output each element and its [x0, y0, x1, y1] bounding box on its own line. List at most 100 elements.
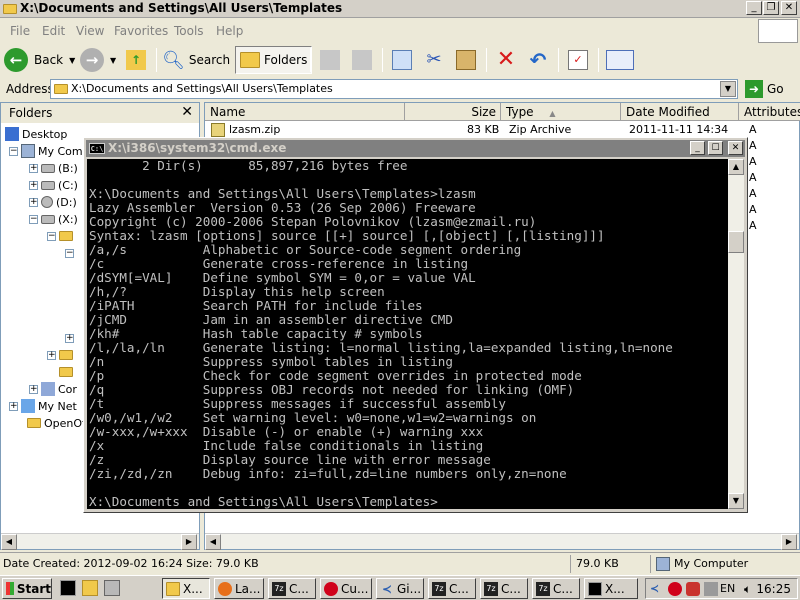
task-git[interactable]: ≺ Gi... — [376, 578, 424, 599]
forward-button[interactable]: → ▼ — [80, 46, 116, 74]
drive-tray-icon[interactable] — [704, 582, 718, 596]
console-line: /w-xxx,/w+xxx Disable (-) or enable (+) … — [89, 424, 484, 439]
menu-tools[interactable]: Tools — [174, 24, 204, 38]
chevron-down-icon: ▼ — [69, 55, 76, 65]
task-7zip-2[interactable]: 7z C... — [428, 578, 476, 599]
tree-item-folder[interactable]: + — [47, 347, 73, 363]
quicklaunch-cmd-icon[interactable] — [60, 580, 76, 596]
tree-item-folder[interactable]: + — [65, 330, 74, 346]
task-opera[interactable]: Cu... — [320, 578, 372, 599]
language-indicator[interactable]: EN — [720, 582, 740, 596]
tree-item-drive-c[interactable]: + (C:) — [29, 177, 78, 193]
collapse-icon[interactable]: − — [47, 231, 56, 241]
expand-icon[interactable]: + — [29, 197, 38, 207]
scroll-down-icon[interactable]: ▼ — [728, 493, 744, 509]
delete-icon[interactable]: ✕ — [496, 49, 516, 71]
copy-to-icon[interactable] — [352, 50, 372, 70]
tree-item-drive-b[interactable]: + (B:) — [29, 160, 78, 176]
start-button[interactable]: Start — [2, 578, 52, 599]
task-7zip-4[interactable]: 7z C... — [532, 578, 580, 599]
properties-icon[interactable]: ✓ — [568, 50, 588, 70]
tree-item-my-network[interactable]: + My Net — [9, 398, 77, 414]
git-tray-icon[interactable]: ≺ — [650, 582, 664, 596]
tree-item-openoffice[interactable]: OpenOf — [27, 415, 86, 431]
copy-icon[interactable] — [392, 50, 412, 70]
close-button[interactable]: ✕ — [728, 141, 743, 155]
system-tray: ≺ EN 🔈︎ 16:25 — [645, 578, 798, 599]
close-icon[interactable]: ✕ — [181, 104, 193, 120]
undo-icon[interactable]: ↶ — [528, 50, 548, 70]
cut-icon[interactable]: ✂ — [424, 50, 444, 70]
maximize-button[interactable]: ☐ — [708, 141, 723, 155]
expand-icon[interactable]: + — [47, 350, 56, 360]
expand-icon[interactable]: + — [29, 180, 38, 190]
menu-view[interactable]: View — [76, 24, 104, 38]
column-type[interactable]: Type ▲ — [501, 103, 621, 121]
address-input[interactable]: X:\Documents and Settings\All Users\Temp… — [50, 79, 738, 99]
control-panel-icon — [41, 382, 55, 396]
expand-icon[interactable]: + — [65, 333, 74, 343]
collapse-icon[interactable]: − — [9, 146, 18, 156]
task-7zip-1[interactable]: 7z C... — [268, 578, 316, 599]
move-to-icon[interactable] — [320, 50, 340, 70]
column-size[interactable]: Size — [405, 103, 501, 121]
minimize-button[interactable]: _ — [690, 141, 705, 155]
scroll-thumb[interactable] — [728, 231, 744, 253]
collapse-icon[interactable]: − — [65, 248, 74, 258]
close-button[interactable]: ✕ — [781, 1, 797, 15]
tree-item-folder[interactable]: − — [47, 228, 73, 244]
console-output[interactable]: 2 Dir(s) 85,897,216 bytes free X:\Docume… — [87, 159, 728, 509]
tree-item-control-panel[interactable]: + Cor — [29, 381, 77, 397]
tree-item-drive-x[interactable]: − (X:) — [29, 211, 78, 227]
network-tray-icon[interactable] — [686, 582, 700, 596]
back-button[interactable]: ← Back ▼ — [4, 46, 75, 74]
files-hscrollbar[interactable]: ◀ ▶ — [205, 533, 799, 550]
task-firefox[interactable]: La... — [214, 578, 264, 599]
menu-help[interactable]: Help — [216, 24, 243, 38]
expand-icon[interactable]: + — [29, 384, 38, 394]
tree-item-my-computer[interactable]: − My Com — [9, 143, 83, 159]
go-button[interactable]: ➜ Go — [745, 79, 797, 99]
menu-edit[interactable]: Edit — [42, 24, 65, 38]
collapse-icon[interactable]: − — [29, 214, 38, 224]
scroll-right-icon[interactable]: ▶ — [781, 534, 797, 550]
expand-icon[interactable]: + — [9, 401, 18, 411]
tree-item-folder[interactable]: − — [65, 245, 74, 261]
scroll-left-icon[interactable]: ◀ — [205, 534, 221, 550]
task-explorer[interactable]: X... — [162, 578, 210, 599]
scroll-up-icon[interactable]: ▲ — [728, 159, 744, 175]
folders-button[interactable]: Folders — [235, 46, 313, 74]
restore-button[interactable]: ❐ — [763, 1, 779, 15]
tree-item-desktop[interactable]: Desktop — [5, 126, 67, 142]
scroll-left-icon[interactable]: ◀ — [1, 534, 17, 550]
console-title: X:\i386\system32\cmd.exe — [108, 141, 287, 155]
task-console[interactable]: X... — [584, 578, 638, 599]
search-button[interactable]: 🔍︎ Search — [162, 46, 230, 74]
forward-arrow-icon: → — [80, 48, 104, 72]
column-attributes[interactable]: Attributes — [739, 103, 800, 121]
quicklaunch-explorer-icon[interactable] — [82, 580, 98, 596]
menu-favorites[interactable]: Favorites — [114, 24, 168, 38]
task-7zip-3[interactable]: 7z C... — [480, 578, 528, 599]
chevron-down-icon[interactable]: ▼ — [720, 81, 736, 97]
console-prompt: X:\Documents and Settings\All Users\Temp… — [89, 494, 438, 509]
views-icon[interactable] — [606, 50, 634, 70]
column-name[interactable]: Name — [205, 103, 405, 121]
console-scrollbar[interactable]: ▲ ▼ — [728, 159, 744, 509]
tree-item-drive-d[interactable]: + (D:) — [29, 194, 77, 210]
minimize-button[interactable]: _ — [746, 1, 762, 15]
tree-item-folder[interactable] — [59, 364, 73, 380]
paste-icon[interactable] — [456, 50, 476, 70]
column-date-modified[interactable]: Date Modified — [621, 103, 739, 121]
expand-icon[interactable]: + — [29, 163, 38, 173]
opera-tray-icon[interactable] — [668, 582, 682, 596]
taskbar: Start X... La... 7z C... Cu... ≺ Gi... 7… — [0, 575, 800, 600]
quicklaunch-desktop-icon[interactable] — [104, 580, 120, 596]
menu-file[interactable]: File — [10, 24, 30, 38]
folders-hscrollbar[interactable]: ◀ ▶ — [1, 533, 199, 550]
windows-logo-icon — [6, 582, 14, 595]
up-folder-button[interactable]: ↑ — [126, 46, 146, 74]
console-line: /jCMD Jam in an assembler directive CMD — [89, 312, 453, 327]
file-attr: A — [749, 219, 757, 232]
scroll-right-icon[interactable]: ▶ — [181, 534, 197, 550]
